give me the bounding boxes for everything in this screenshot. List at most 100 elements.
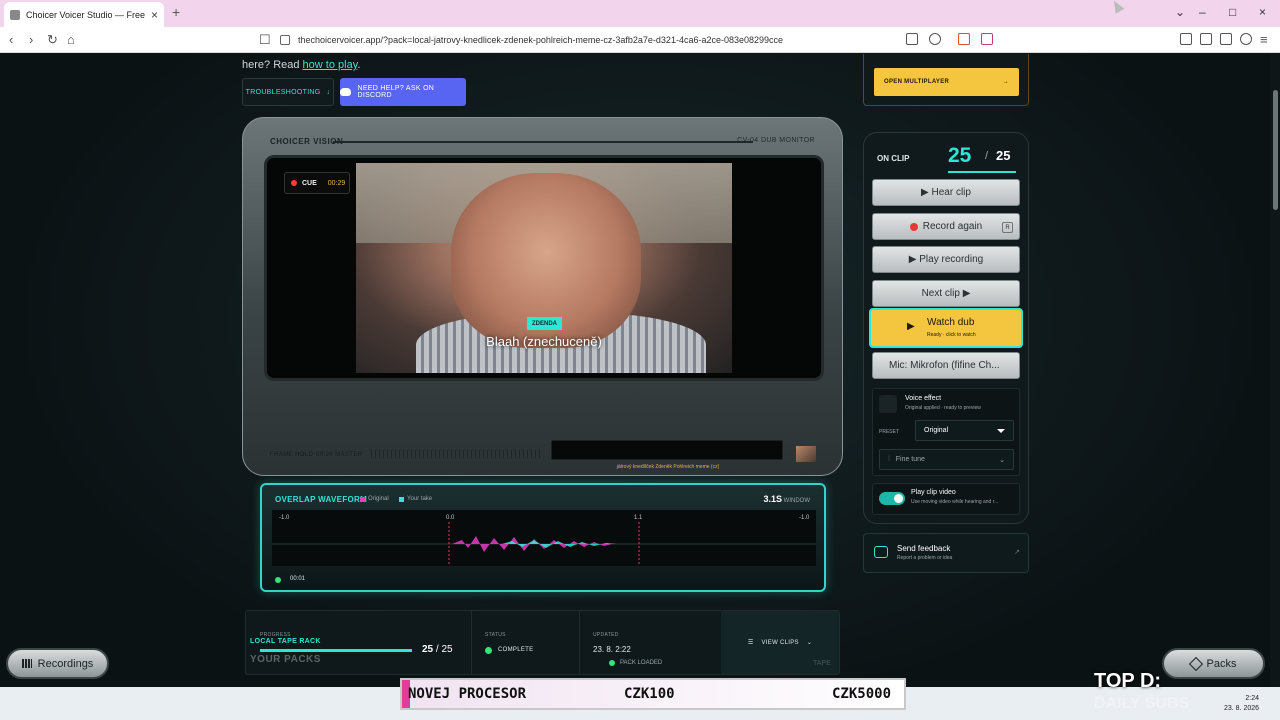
- translate-icon[interactable]: [906, 33, 918, 45]
- pack-loaded-status: PACK LOADED: [609, 660, 662, 666]
- browser-tab[interactable]: Choicer Voicer Studio — Free Onl ×: [4, 2, 164, 27]
- legend-take: Your take: [399, 496, 432, 502]
- preset-value: Original: [924, 427, 949, 434]
- clip-underline: [948, 171, 1016, 173]
- tick-1: 0.0: [446, 515, 455, 521]
- watch-dub-button[interactable]: ▶ Watch dub Ready · click to watch: [869, 308, 1023, 348]
- recordings-label: Recordings: [37, 657, 94, 670]
- open-multiplayer-button[interactable]: OPEN MULTIPLAYER →: [874, 68, 1019, 96]
- tick-3: -1.0: [799, 515, 810, 521]
- tab-close-icon[interactable]: ×: [151, 8, 158, 22]
- next-clip-button[interactable]: Next clip ▶: [872, 280, 1020, 307]
- browser-toolbar: ‹ › ↻ ⌂ ☐ thechoicervoicer.app/?pack=loc…: [0, 27, 1280, 53]
- vpn-icon[interactable]: [1240, 33, 1252, 45]
- reload-icon[interactable]: ↻: [47, 32, 58, 48]
- wallet-icon[interactable]: [1200, 33, 1212, 45]
- progress-total: 25: [441, 644, 453, 655]
- intro-text: here? Read how to play.: [242, 59, 360, 71]
- play-clip-video-toggle[interactable]: [879, 492, 905, 505]
- tab-title: Choicer Voicer Studio — Free Onl: [26, 9, 147, 20]
- forward-icon[interactable]: ›: [29, 32, 33, 47]
- next-clip-label: Next clip ▶: [921, 288, 971, 299]
- tv-speaker-grille: [371, 449, 541, 459]
- play-clip-video-title: Play clip video: [911, 489, 956, 496]
- zoom-icon[interactable]: [929, 33, 941, 45]
- discord-label: NEED HELP? ASK ON DISCORD: [357, 85, 435, 99]
- record-again-label: Record again: [922, 221, 983, 232]
- how-to-play-link[interactable]: how to play: [303, 59, 358, 71]
- fine-tune-label: Fine tune: [895, 456, 925, 463]
- feedback-title: Send feedback: [897, 544, 951, 553]
- page-content: here? Read how to play. TROUBLESHOOTING …: [0, 54, 1280, 720]
- legend-original: Original: [360, 496, 389, 502]
- page-scrollbar[interactable]: [1270, 54, 1280, 720]
- status-dot-icon: [485, 647, 492, 654]
- progress-fill: [260, 649, 412, 652]
- status-label: STATUS: [485, 632, 506, 638]
- arrow-right-icon: →: [1002, 79, 1009, 85]
- multiplayer-label: OPEN MULTIPLAYER: [884, 79, 950, 85]
- mic-select-button[interactable]: Mic: Mikrofon (fifine Ch...: [872, 352, 1020, 379]
- legend-take-label: Your take: [407, 496, 433, 502]
- troubleshooting-button[interactable]: TROUBLESHOOTING ↓: [242, 78, 334, 106]
- master-time-label: 00:26 MASTER: [316, 452, 363, 458]
- rewards-icon[interactable]: [981, 33, 993, 45]
- tick-2: 1.1: [634, 515, 643, 521]
- back-icon[interactable]: ‹: [9, 32, 13, 47]
- site-favicon-icon: [10, 9, 20, 20]
- record-shortcut-key: R: [1002, 222, 1013, 233]
- voice-effect-box: Voice effect Original applied · ready to…: [872, 388, 1020, 476]
- fine-tune-toggle[interactable]: ⫶ Fine tune ⌄: [879, 449, 1014, 470]
- legend-original-swatch: [360, 496, 365, 502]
- play-recording-button[interactable]: ▶ Play recording: [872, 246, 1020, 273]
- updated-label: UPDATED: [593, 632, 619, 638]
- send-feedback-card[interactable]: Send feedback Report a problem or idea ↗: [863, 533, 1029, 573]
- sidebar-icon[interactable]: [1180, 33, 1192, 45]
- window-close-icon[interactable]: ×: [1259, 5, 1266, 19]
- arrow-down-icon: ↓: [326, 88, 331, 96]
- play-clip-video-row: Play clip video Use moving video while h…: [872, 483, 1020, 515]
- ad-left-text: NOVEJ PROCESOR: [408, 686, 527, 702]
- overlap-waveform-panel: OVERLAP WAVEFORM Original Your take 3.1S…: [260, 483, 826, 592]
- clock-date: 23. 8. 2026: [1224, 705, 1260, 712]
- preset-select[interactable]: Original: [915, 420, 1014, 441]
- cue-label: CUE: [302, 179, 317, 187]
- record-again-button[interactable]: Record again R: [872, 213, 1020, 240]
- new-tab-icon[interactable]: +: [172, 4, 180, 20]
- home-icon[interactable]: ⌂: [67, 32, 75, 47]
- scrollbar-thumb[interactable]: [1273, 90, 1278, 210]
- packs-button[interactable]: Packs: [1162, 648, 1265, 679]
- address-url: thechoicervoicer.app/?pack=local-jatrovy…: [298, 35, 784, 45]
- waveform-plot[interactable]: -1.0 0.0 1.1 -1.0: [272, 510, 816, 566]
- frame-hold-label: FRAME HOLD: [270, 452, 314, 458]
- recordings-button[interactable]: Recordings: [6, 648, 109, 679]
- site-info-icon[interactable]: [280, 35, 290, 45]
- troubleshooting-label: TROUBLESHOOTING: [245, 88, 321, 96]
- brave-shield-icon[interactable]: [958, 33, 970, 45]
- discord-help-button[interactable]: NEED HELP? ASK ON DISCORD: [340, 78, 466, 106]
- toggle-knob: [894, 494, 903, 503]
- minimize-icon[interactable]: –: [1199, 5, 1206, 19]
- bookmark-icon[interactable]: ☐: [259, 32, 271, 48]
- window-label: WINDOW: [783, 498, 810, 504]
- clock-time: 2:24: [1245, 695, 1260, 702]
- voice-effect-title: Voice effect: [905, 395, 942, 402]
- address-bar[interactable]: thechoicervoicer.app/?pack=local-jatrovy…: [280, 30, 1000, 50]
- top-donor-label: TOP D:: [1094, 670, 1162, 692]
- multiplayer-card: OPEN MULTIPLAYER →: [863, 54, 1029, 106]
- maximize-icon[interactable]: □: [1229, 5, 1236, 19]
- tv-title-divider: [333, 141, 753, 143]
- ad-right-text: CZK5000: [832, 686, 892, 702]
- watch-dub-label: Watch dub: [927, 317, 975, 328]
- legend-original-label: Original: [368, 496, 389, 502]
- menu-icon[interactable]: ≡: [1260, 32, 1268, 47]
- stream-ad-banner: NOVEJ PROCESOR CZK100 CZK5000: [400, 678, 906, 710]
- hear-clip-button[interactable]: ▶ Hear clip: [872, 179, 1020, 206]
- tape-thumbnail: [796, 446, 816, 462]
- progress-value: 25 / 25: [422, 644, 453, 655]
- leo-icon[interactable]: [1220, 33, 1232, 45]
- tv-monitor: CHOICER VISION CV-04 DUB MONITOR CUE 00:…: [242, 117, 843, 476]
- tab-list-icon[interactable]: ⌄: [1175, 5, 1185, 19]
- clip-separator: /: [985, 150, 989, 162]
- preset-label: PRESET: [879, 429, 900, 435]
